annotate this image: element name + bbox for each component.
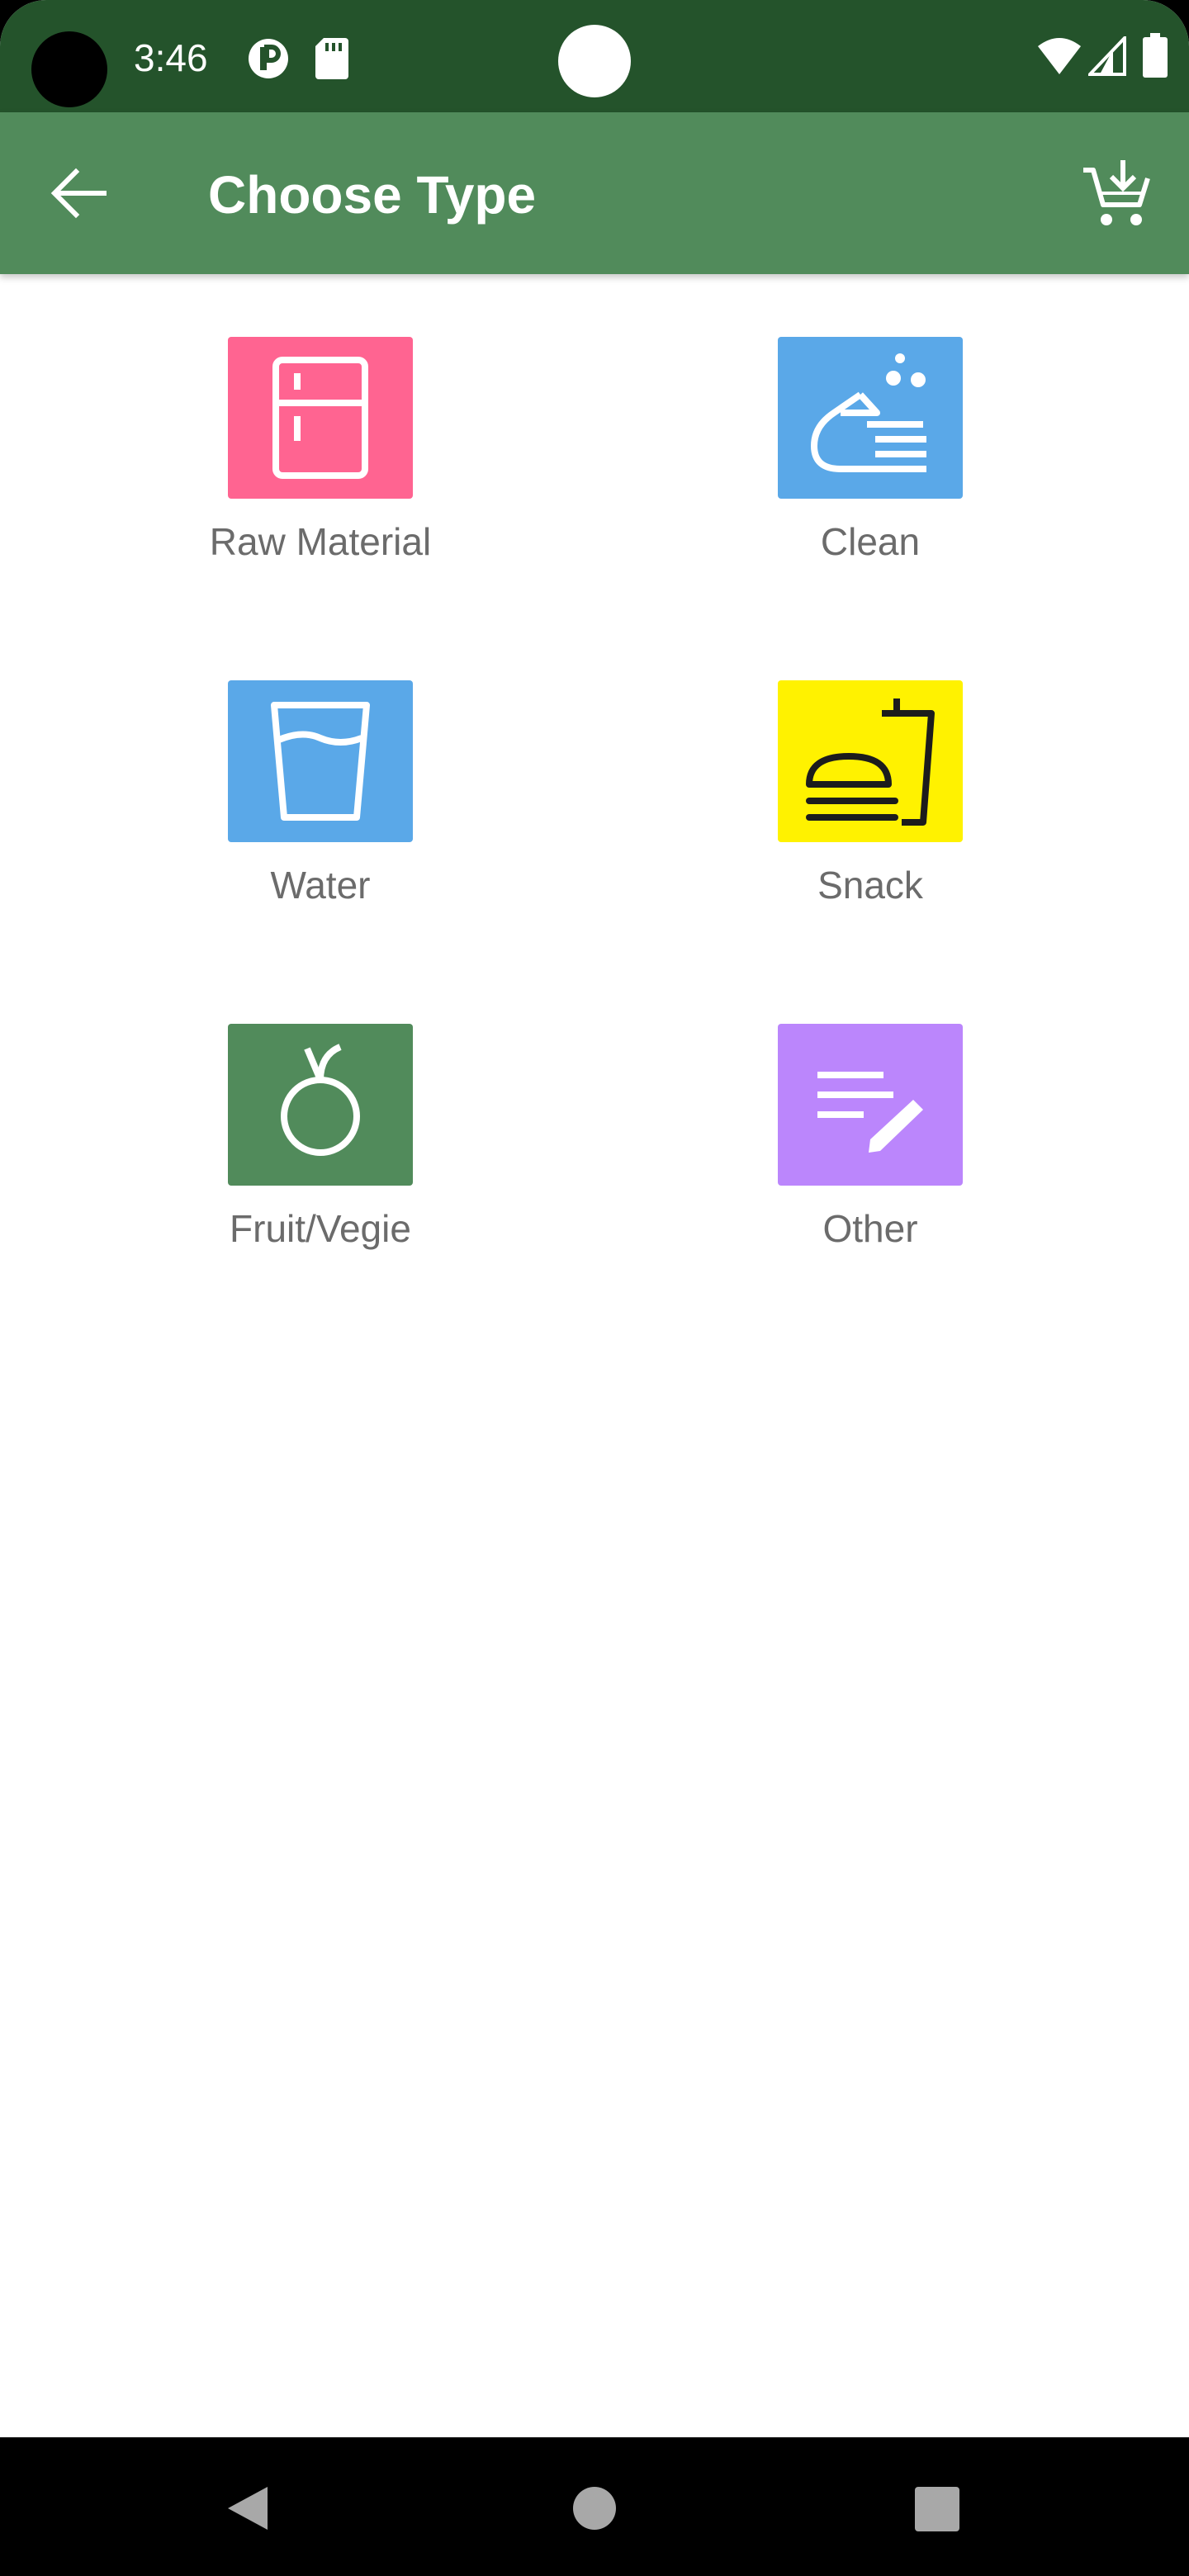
type-other[interactable]: Other: [689, 961, 1052, 1258]
type-raw-material[interactable]: Raw Material: [139, 274, 502, 571]
notification-p-icon: [249, 39, 288, 78]
nav-back-icon[interactable]: [223, 2484, 272, 2533]
type-label: Water: [270, 864, 371, 907]
arrow-back-icon[interactable]: [45, 163, 111, 223]
nav-recents-icon[interactable]: [915, 2487, 959, 2531]
fridge-icon: [272, 357, 368, 479]
page-title: Choose Type: [208, 165, 537, 225]
fruit-icon: [281, 1044, 360, 1156]
type-tile: [228, 337, 413, 499]
signal-icon: [1088, 36, 1126, 76]
fastfood-icon: [806, 698, 935, 826]
type-tile: [228, 1024, 413, 1186]
app-bar: Choose Type: [0, 112, 1189, 274]
add-shopping-cart-icon[interactable]: [1080, 159, 1154, 230]
type-tile: [778, 337, 963, 499]
status-bar: 3:46: [0, 0, 1189, 112]
type-clean[interactable]: Clean: [689, 274, 1052, 571]
hand-wash-icon: [811, 353, 926, 472]
water-glass-icon: [271, 702, 370, 821]
sd-card-icon: [315, 38, 348, 79]
type-fruit-vegie[interactable]: Fruit/Vegie: [139, 961, 502, 1258]
type-snack[interactable]: Snack: [689, 618, 1052, 915]
type-label: Snack: [817, 864, 923, 907]
type-tile: [778, 680, 963, 842]
type-label: Fruit/Vegie: [230, 1207, 411, 1250]
screen: 3:46 Choose Type Raw Material Clean Wate…: [0, 0, 1189, 2576]
center-indicator: [558, 25, 631, 97]
type-tile: [228, 680, 413, 842]
type-water[interactable]: Water: [139, 618, 502, 915]
type-label: Other: [822, 1207, 918, 1250]
wifi-icon: [1038, 38, 1081, 74]
status-time: 3:46: [134, 36, 208, 79]
system-nav-bar: [0, 2437, 1189, 2576]
edit-note-icon: [817, 1072, 923, 1153]
nav-home-icon[interactable]: [573, 2487, 616, 2530]
camera-cutout: [31, 31, 107, 107]
type-label: Clean: [820, 520, 921, 563]
type-tile: [778, 1024, 963, 1186]
type-label: Raw Material: [209, 520, 432, 563]
battery-icon: [1143, 33, 1168, 78]
